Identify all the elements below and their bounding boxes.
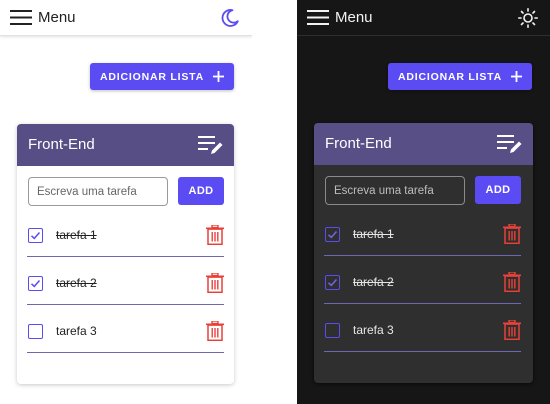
trash-icon[interactable]	[206, 273, 224, 293]
task-input[interactable]	[28, 177, 168, 206]
task-row: tarefa 3	[324, 315, 521, 352]
task-input[interactable]	[325, 176, 465, 205]
task-checkbox[interactable]	[28, 276, 43, 291]
menu-label[interactable]: Menu	[335, 9, 373, 27]
light-theme-panel: Menu ADICIONAR LISTA Front-End ADD	[0, 0, 252, 404]
add-list-button[interactable]: ADICIONAR LISTA	[90, 63, 234, 90]
plus-icon	[510, 71, 522, 82]
moon-icon[interactable]	[220, 8, 240, 28]
task-row: tarefa 1	[27, 220, 224, 257]
trash-icon[interactable]	[206, 321, 224, 341]
edit-list-icon[interactable]	[198, 133, 224, 157]
menu-label[interactable]: Menu	[38, 9, 76, 27]
task-checkbox[interactable]	[28, 228, 43, 243]
plus-icon	[212, 71, 224, 82]
sun-icon[interactable]	[518, 8, 538, 28]
checkmark-icon	[30, 232, 41, 240]
list-card: Front-End ADD tarefa 1	[17, 124, 234, 384]
task-label: tarefa 3	[353, 323, 394, 337]
trash-icon[interactable]	[503, 320, 521, 340]
checkmark-icon	[327, 279, 338, 287]
task-row: tarefa 2	[324, 267, 521, 304]
task-checkbox[interactable]	[325, 275, 340, 290]
task-label: tarefa 1	[353, 227, 394, 241]
trash-icon[interactable]	[503, 224, 521, 244]
top-bar: Menu	[0, 0, 252, 36]
task-label: tarefa 2	[56, 276, 97, 290]
edit-list-icon[interactable]	[497, 132, 523, 156]
task-checkbox[interactable]	[325, 323, 340, 338]
task-checkbox[interactable]	[325, 227, 340, 242]
add-task-button[interactable]: ADD	[178, 177, 224, 205]
task-label: tarefa 3	[56, 324, 97, 338]
list-title: Front-End	[325, 135, 392, 152]
checkmark-icon	[30, 280, 41, 288]
task-checkbox[interactable]	[28, 324, 43, 339]
trash-icon[interactable]	[503, 272, 521, 292]
task-row: tarefa 3	[27, 316, 224, 353]
list-card-header: Front-End	[17, 124, 234, 166]
dark-theme-panel: Menu ADICIONAR LISTA Front-End Escreva u…	[297, 0, 550, 404]
trash-icon[interactable]	[206, 225, 224, 245]
task-label: tarefa 2	[353, 275, 394, 289]
add-list-button[interactable]: ADICIONAR LISTA	[388, 63, 532, 90]
checkmark-icon	[327, 231, 338, 239]
task-label: tarefa 1	[56, 228, 97, 242]
add-task-button[interactable]: ADD	[475, 176, 521, 204]
hamburger-icon[interactable]	[307, 9, 329, 26]
add-list-label: ADICIONAR LISTA	[100, 70, 204, 83]
task-row: tarefa 1	[324, 219, 521, 256]
list-card: Front-End ADD tarefa 1	[314, 123, 533, 383]
list-title: Front-End	[28, 136, 95, 153]
add-list-label: ADICIONAR LISTA	[398, 70, 502, 83]
task-row: tarefa 2	[27, 268, 224, 305]
top-bar: Menu	[297, 0, 550, 36]
hamburger-icon[interactable]	[10, 9, 32, 26]
list-card-header: Front-End	[314, 123, 533, 165]
